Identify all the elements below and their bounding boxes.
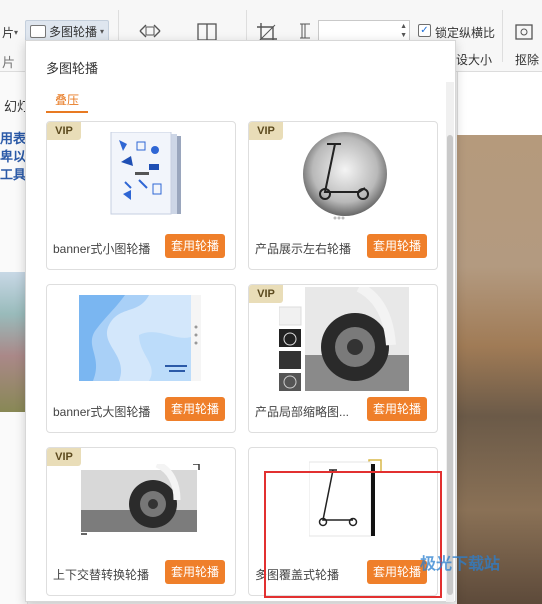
carousel-card[interactable]: VIP 产品局部缩略图... 套用轮播 [248, 282, 438, 433]
bg-label: 工具 [0, 167, 27, 182]
apply-carousel-button[interactable]: 套用轮播 [367, 397, 427, 421]
height-input[interactable]: ▲ ▼ [318, 20, 410, 42]
card-label: banner式大图轮播 [53, 405, 151, 419]
vip-badge: VIP [47, 448, 81, 466]
banner-large-thumbnail [79, 295, 203, 386]
carousel-card[interactable]: banner式大图轮播 套用轮播 [46, 284, 236, 433]
bg-label: 片 [2, 55, 16, 70]
watermark-logo: 极光下载站 [420, 556, 501, 573]
banner-small-thumbnail [109, 131, 183, 224]
cutout-label[interactable]: 抠除 [515, 51, 539, 68]
vip-badge: VIP [47, 122, 81, 140]
slide-thumbnail[interactable] [0, 272, 28, 412]
chevron-down-icon: ▾ [100, 26, 105, 36]
bg-label: 卑以 [0, 149, 27, 164]
slide-photo [457, 135, 542, 604]
product-showcase-thumbnail [301, 130, 389, 223]
vip-badge: VIP [249, 285, 283, 303]
spin-arrows-icon[interactable]: ▲ ▼ [400, 22, 407, 40]
card-label: banner式小图轮播 [53, 242, 151, 256]
multi-carousel-label: 多图轮播 [49, 24, 98, 39]
multi-carousel-button[interactable]: 多图轮播 ▾ [25, 20, 110, 42]
panel-scrollbar-thumb[interactable] [447, 135, 453, 595]
panel-title: 多图轮播 [46, 61, 99, 76]
alternating-switch-thumbnail [81, 460, 203, 539]
lock-ratio-checkbox[interactable]: ✓ [418, 24, 431, 37]
apply-carousel-button[interactable]: 套用轮播 [367, 234, 427, 258]
carousel-icon [30, 24, 46, 38]
carousel-card[interactable]: VIP 上下交替转换轮播 套用轮播 [46, 447, 236, 596]
toolbar-partial-label[interactable]: 片 [2, 24, 14, 41]
cutout-icon[interactable] [514, 22, 536, 45]
vip-badge: VIP [249, 122, 283, 140]
document-area [457, 72, 542, 135]
resize-label[interactable]: 设大小 [456, 51, 492, 68]
tab-overlap[interactable]: 叠压 [46, 91, 89, 113]
card-label: 产品展示左右轮播 [255, 242, 352, 256]
divider [502, 10, 503, 62]
chevron-down-icon[interactable]: ▾ [14, 28, 18, 37]
apply-carousel-button[interactable]: 套用轮播 [165, 560, 225, 584]
highlight-box [264, 471, 442, 598]
carousel-card[interactable]: VIP 产品展示左右轮播 套用轮播 [248, 121, 438, 270]
card-label: 产品局部缩略图... [255, 405, 350, 419]
product-thumbnails-thumbnail [278, 282, 411, 394]
bg-label: 用表 [0, 131, 27, 146]
apply-carousel-button[interactable]: 套用轮播 [165, 397, 225, 421]
apply-carousel-button[interactable]: 套用轮播 [165, 234, 225, 258]
card-label: 上下交替转换轮播 [53, 568, 150, 582]
carousel-card[interactable]: VIP banner式小图轮播 套用轮播 [46, 121, 236, 270]
lock-ratio-label: 锁定纵横比 [435, 26, 496, 40]
